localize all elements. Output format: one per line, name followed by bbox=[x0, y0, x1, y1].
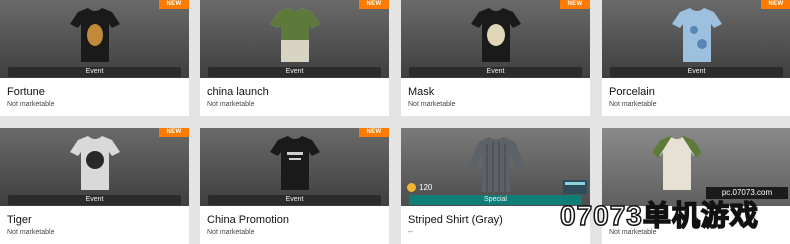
item-image: NEW Event bbox=[401, 0, 590, 78]
item-name: Fortune bbox=[7, 86, 45, 98]
item-status: Not marketable bbox=[609, 101, 657, 108]
item-image: 120 Special bbox=[401, 128, 590, 206]
item-card-mask[interactable]: NEW Event Mask Not marketable bbox=[401, 0, 590, 116]
item-card-fortune[interactable]: NEW Event Fortune Not marketable bbox=[0, 0, 189, 116]
new-badge: NEW bbox=[159, 0, 189, 9]
item-name: Porcelain bbox=[609, 86, 655, 98]
item-name: China Promotion bbox=[207, 214, 289, 226]
item-status: Not marketable bbox=[7, 101, 55, 108]
new-badge: NEW bbox=[560, 0, 590, 9]
event-banner: Event bbox=[8, 67, 181, 77]
item-image: NEW Event bbox=[0, 128, 189, 206]
price-value: 120 bbox=[419, 183, 433, 192]
new-badge: NEW bbox=[359, 128, 389, 137]
item-image: NEW Event bbox=[200, 128, 389, 206]
event-banner: Event bbox=[8, 195, 181, 205]
watermark-logo: 07073单机游戏 bbox=[559, 199, 759, 232]
new-badge: NEW bbox=[359, 0, 389, 9]
item-image: NEW Event bbox=[200, 0, 389, 78]
event-banner: Event bbox=[610, 67, 783, 77]
item-name: Mask bbox=[408, 86, 435, 98]
coin-icon bbox=[407, 183, 416, 193]
item-name: china launch bbox=[207, 86, 269, 98]
new-badge: NEW bbox=[761, 0, 790, 9]
item-card-tiger[interactable]: NEW Event Tiger Not marketable bbox=[0, 128, 189, 244]
item-name: Tiger bbox=[7, 214, 32, 226]
item-card-china-launch[interactable]: NEW Event china launch Not marketable bbox=[200, 0, 389, 116]
item-status: Not marketable bbox=[7, 229, 55, 236]
item-status: Not marketable bbox=[207, 229, 255, 236]
new-badge: NEW bbox=[159, 128, 189, 137]
item-status: -- bbox=[408, 229, 413, 236]
item-name: Striped Shirt (Gray) bbox=[408, 214, 503, 226]
special-banner: Special bbox=[409, 195, 582, 205]
crate-icon bbox=[563, 180, 587, 194]
item-card-china-promotion[interactable]: NEW Event China Promotion Not marketable bbox=[200, 128, 389, 244]
item-image: NEW Event bbox=[0, 0, 189, 78]
price: 120 bbox=[407, 183, 432, 193]
event-banner: Event bbox=[409, 67, 582, 77]
item-image: NEW Event bbox=[602, 0, 790, 78]
item-status: Not marketable bbox=[408, 101, 456, 108]
event-banner: Event bbox=[208, 67, 381, 77]
item-card-porcelain[interactable]: NEW Event Porcelain Not marketable bbox=[602, 0, 790, 116]
event-banner: Event bbox=[208, 195, 381, 205]
item-status: Not marketable bbox=[207, 101, 255, 108]
